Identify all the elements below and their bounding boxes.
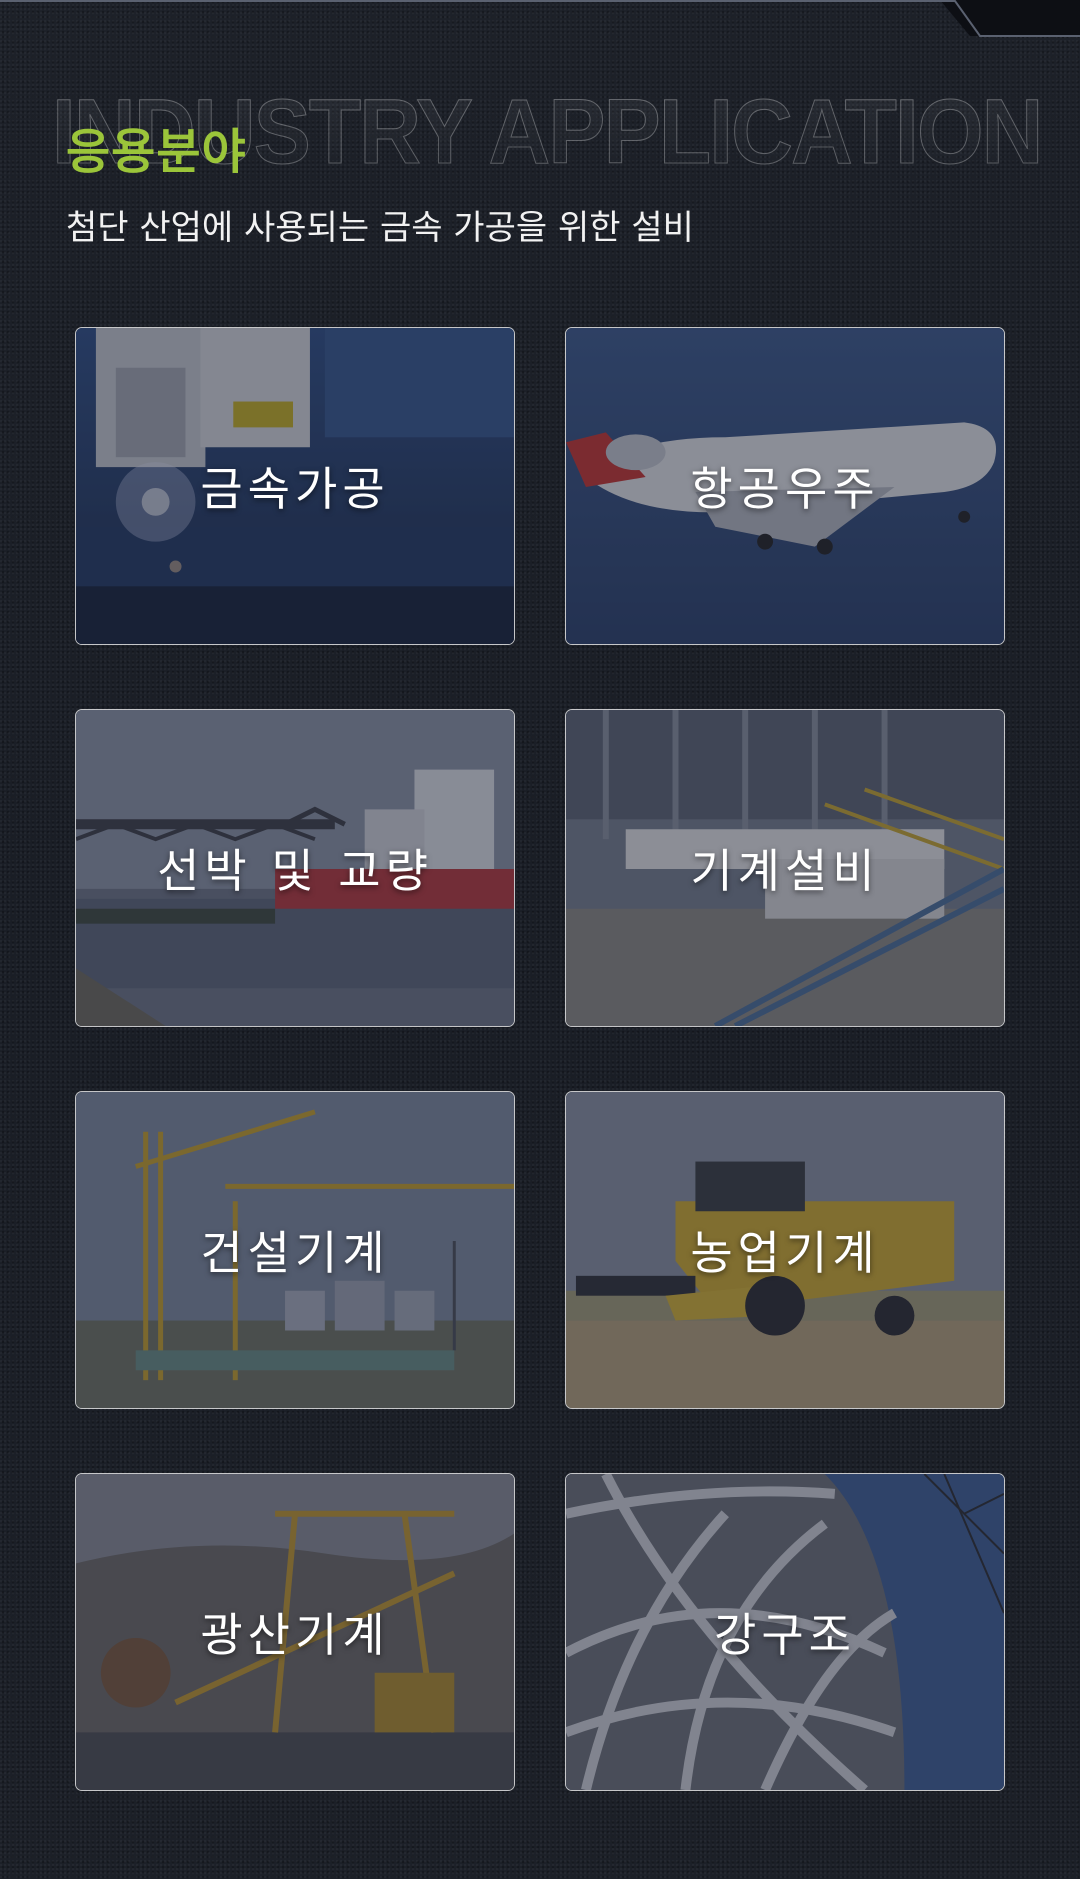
card-metal-processing[interactable]: 금속가공 bbox=[75, 327, 515, 645]
card-label: 금속가공 bbox=[200, 462, 390, 516]
card-ships-bridges[interactable]: 선박 및 교량 bbox=[75, 709, 515, 1027]
card-steel-structure[interactable]: 강구조 bbox=[565, 1473, 1005, 1791]
card-construction-machinery[interactable]: 건설기계 bbox=[75, 1091, 515, 1409]
card-label: 강구조 bbox=[714, 1608, 856, 1662]
card-aerospace[interactable]: 항공우주 bbox=[565, 327, 1005, 645]
card-label: 항공우주 bbox=[690, 462, 880, 516]
section-subtitle: 첨단 산업에 사용되는 금속 가공을 위한 설비 bbox=[66, 208, 694, 248]
card-label: 선박 및 교량 bbox=[157, 844, 433, 898]
card-label: 기계설비 bbox=[690, 844, 880, 898]
card-label: 광산기계 bbox=[200, 1608, 390, 1662]
card-agricultural-machinery[interactable]: 농업기계 bbox=[565, 1091, 1005, 1409]
card-machinery[interactable]: 기계설비 bbox=[565, 709, 1005, 1027]
card-label: 건설기계 bbox=[200, 1226, 390, 1280]
section-header: INDUSTRY APPLICATION 응용분야 첨단 산업에 사용되는 금속… bbox=[0, 0, 1080, 300]
card-mining-machinery[interactable]: 광산기계 bbox=[75, 1473, 515, 1791]
section-title: 응용분야 bbox=[66, 124, 247, 180]
card-label: 농업기계 bbox=[690, 1226, 880, 1280]
